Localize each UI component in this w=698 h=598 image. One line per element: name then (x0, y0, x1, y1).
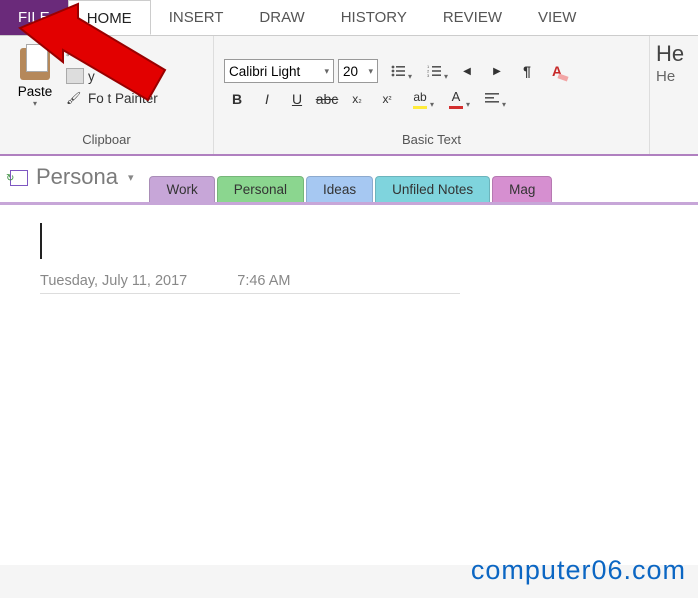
tab-review[interactable]: REVIEW (425, 0, 520, 35)
font-size-value: 20 (343, 64, 358, 79)
group-clipboard: Paste ▾ t y Fo t Painter Clipboar (0, 36, 214, 154)
notebook-name: Persona (36, 164, 118, 190)
group-basic-text: Calibri Light ▾ 20 ▾ 123 B (214, 36, 650, 154)
paste-button[interactable]: Paste ▾ (10, 42, 60, 108)
font-family-value: Calibri Light (229, 64, 300, 79)
ribbon-tabs: FILE HOME INSERT DRAW HISTORY REVIEW VIE… (0, 0, 698, 36)
text-cursor (40, 223, 42, 259)
tab-draw[interactable]: DRAW (241, 0, 322, 35)
chevron-down-icon: ▾ (368, 66, 373, 77)
chevron-down-icon: ▾ (324, 66, 329, 77)
copy-icon (66, 68, 84, 84)
svg-text:3: 3 (427, 73, 430, 77)
decrease-indent-button[interactable] (454, 59, 480, 83)
paragraph-mark-button[interactable] (514, 59, 540, 83)
bullets-button[interactable] (382, 59, 414, 83)
copy-button[interactable]: y (66, 68, 158, 84)
highlight-button[interactable]: ab (404, 87, 436, 111)
cut-label: t (81, 47, 85, 62)
ribbon: Paste ▾ t y Fo t Painter Clipboar (0, 36, 698, 156)
tab-file[interactable]: FILE (0, 0, 68, 35)
format-painter-button[interactable]: Fo t Painter (66, 90, 158, 106)
increase-indent-button[interactable] (484, 59, 510, 83)
bold-button[interactable]: B (224, 87, 250, 111)
section-tabs: Work Personal Ideas Unfiled Notes Mag (149, 176, 554, 202)
strikethrough-button[interactable]: abc (314, 87, 340, 111)
watermark: computer06.com (471, 555, 686, 586)
notebook-bar: Persona ▾ Work Personal Ideas Unfiled No… (0, 156, 698, 202)
section-tab-more[interactable]: Mag (492, 176, 552, 202)
section-tab-ideas[interactable]: Ideas (306, 176, 373, 202)
page-time: 7:46 AM (237, 273, 290, 289)
font-color-button[interactable]: A (440, 87, 472, 111)
page-timestamp: Tuesday, July 11, 2017 7:46 AM (40, 273, 460, 294)
style-heading1[interactable]: He (656, 40, 692, 68)
tab-history[interactable]: HISTORY (323, 0, 425, 35)
page-canvas[interactable]: Tuesday, July 11, 2017 7:46 AM (0, 205, 698, 565)
chevron-down-icon: ▾ (128, 171, 134, 184)
scissors-icon (66, 46, 77, 62)
paste-label: Paste (18, 84, 53, 99)
align-button[interactable] (476, 87, 508, 111)
notebook-selector[interactable]: Persona ▾ (0, 156, 141, 202)
group-styles: He He (650, 36, 698, 154)
painter-label: Fo t Painter (88, 91, 158, 106)
section-tab-unfiled[interactable]: Unfiled Notes (375, 176, 490, 202)
numbering-button[interactable]: 123 (418, 59, 450, 83)
tab-insert[interactable]: INSERT (151, 0, 242, 35)
superscript-button[interactable]: x (374, 87, 400, 111)
notebook-icon (8, 169, 28, 185)
copy-label: y (88, 69, 95, 84)
clear-formatting-button[interactable] (544, 59, 570, 83)
section-tab-personal[interactable]: Personal (217, 176, 304, 202)
group-label-clipboard: Clipboar (0, 130, 213, 154)
italic-button[interactable]: I (254, 87, 280, 111)
tab-home[interactable]: HOME (68, 0, 151, 35)
tab-view[interactable]: VIEW (520, 0, 594, 35)
font-family-select[interactable]: Calibri Light ▾ (224, 59, 334, 83)
subscript-button[interactable]: x (344, 87, 370, 111)
clipboard-icon (18, 42, 52, 80)
font-size-select[interactable]: 20 ▾ (338, 59, 378, 83)
section-tab-work[interactable]: Work (149, 176, 214, 202)
brush-icon (66, 90, 84, 106)
page-date: Tuesday, July 11, 2017 (40, 273, 187, 289)
cut-button[interactable]: t (66, 46, 158, 62)
underline-button[interactable]: U (284, 87, 310, 111)
group-label-basic-text: Basic Text (214, 130, 649, 154)
style-heading2[interactable]: He (656, 68, 692, 85)
